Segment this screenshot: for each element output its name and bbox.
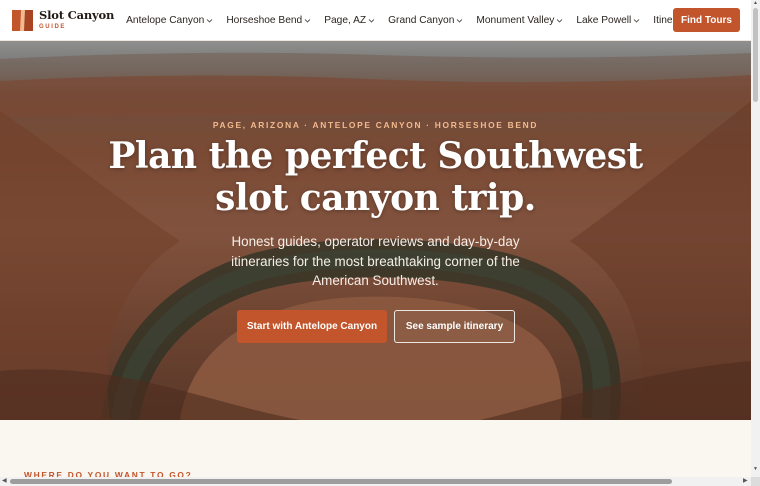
nav-item-label: Horseshoe Bend (226, 14, 303, 26)
horizontal-scrollbar[interactable]: ◀ ▶ (0, 477, 751, 486)
chevron-down-icon (457, 18, 463, 23)
hero-eyebrow: PAGE, ARIZONA · ANTELOPE CANYON · HORSES… (212, 120, 539, 130)
nav-item-label: Antelope Canyon (126, 14, 205, 26)
main-nav: Antelope Canyon Horseshoe Bend Page, AZ … (126, 15, 711, 26)
scroll-down-icon[interactable]: ▼ (753, 467, 758, 472)
chevron-down-icon (206, 18, 213, 23)
chevron-down-icon (557, 18, 563, 23)
nav-item-horseshoe-bend[interactable]: Horseshoe Bend (226, 15, 311, 26)
find-tours-button[interactable]: Find Tours (673, 8, 740, 32)
nav-item-label: Grand Canyon (388, 14, 455, 26)
see-sample-itinerary-button[interactable]: See sample itinerary (394, 310, 515, 343)
hero-headline-line-2: slot canyon trip. (215, 177, 536, 219)
chevron-down-icon (633, 18, 640, 23)
logo[interactable]: Slot Canyon GUIDE (12, 8, 115, 31)
nav-item-antelope-canyon[interactable]: Antelope Canyon (126, 15, 213, 26)
hero-subcopy: Honest guides, operator reviews and day-… (231, 234, 520, 289)
nav-item-label: Page, AZ (324, 14, 367, 26)
hero-overlay (0, 41, 751, 420)
nav-item-page-az[interactable]: Page, AZ (324, 15, 375, 26)
vertical-scroll-thumb[interactable] (753, 8, 758, 102)
horizontal-scroll-thumb[interactable] (10, 479, 672, 484)
nav-item-lake-powell[interactable]: Lake Powell (576, 15, 640, 26)
hero-headline-line-1: Plan the perfect Southwest (108, 135, 643, 177)
start-antelope-canyon-button[interactable]: Start with Antelope Canyon (237, 310, 387, 343)
nav-item-monument-valley[interactable]: Monument Valley (476, 15, 563, 26)
scroll-left-icon[interactable]: ◀ (2, 478, 7, 485)
scrollbar-corner (751, 477, 760, 486)
nav-item-grand-canyon[interactable]: Grand Canyon (388, 15, 463, 26)
chevron-down-icon (368, 18, 375, 23)
hero-headline: Plan the perfect Southwest slot canyon t… (0, 135, 751, 219)
site-header: Slot Canyon GUIDE Antelope Canyon Horses… (0, 0, 751, 41)
chevron-down-icon (304, 18, 311, 23)
nav-item-label: Lake Powell (576, 14, 632, 26)
scroll-up-icon[interactable]: ▲ (753, 1, 758, 6)
vertical-scrollbar[interactable]: ▲ ▼ (751, 0, 760, 486)
scroll-right-icon[interactable]: ▶ (743, 478, 748, 485)
canyon-logo-icon (12, 9, 33, 31)
hero-section: PAGE, ARIZONA · ANTELOPE CANYON · HORSES… (0, 41, 751, 420)
nav-item-label: Monument Valley (476, 14, 555, 26)
brand-tagline: GUIDE (39, 23, 67, 30)
brand-name: Slot Canyon (39, 8, 115, 23)
